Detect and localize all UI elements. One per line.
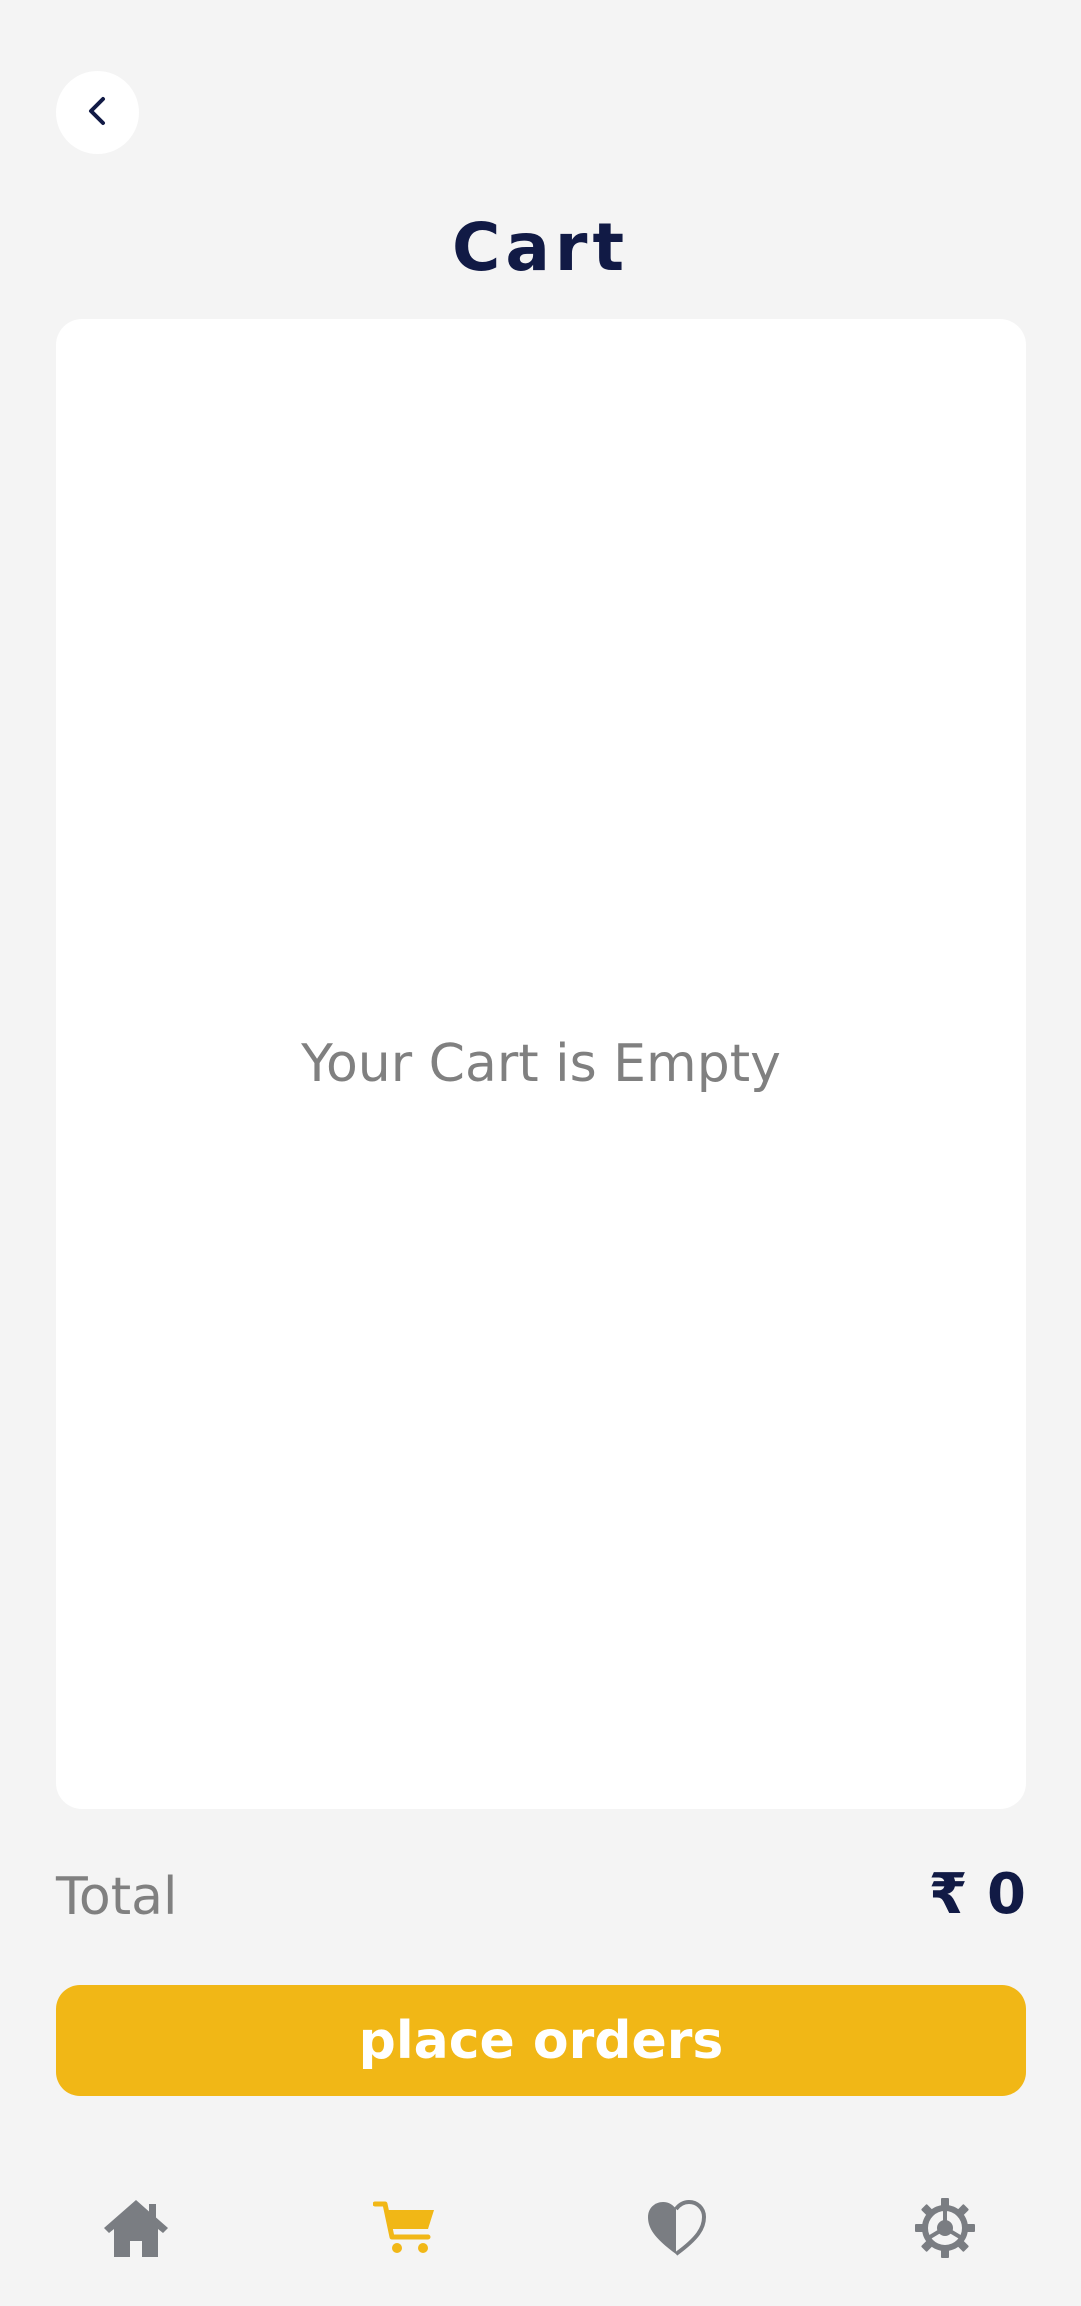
total-value: ₹ 0 [928,1862,1026,1927]
heart-icon [646,2199,707,2260]
page-title: Cart [451,209,630,286]
place-orders-button[interactable]: place orders [56,1985,1026,2096]
nav-home[interactable] [66,2153,206,2306]
back-button[interactable] [56,71,139,154]
cart-items-panel: Your Cart is Empty [56,319,1026,1809]
nav-favorites[interactable] [606,2153,746,2306]
empty-cart-message: Your Cart is Empty [301,1034,781,1094]
cart-icon [372,2199,437,2261]
nav-cart[interactable] [335,2153,475,2306]
gear-icon [914,2197,976,2263]
bottom-navigation [0,2153,1081,2306]
home-icon [101,2197,171,2263]
nav-settings[interactable] [875,2153,1015,2306]
total-label: Total [56,1867,178,1927]
chevron-left-icon [81,94,115,132]
